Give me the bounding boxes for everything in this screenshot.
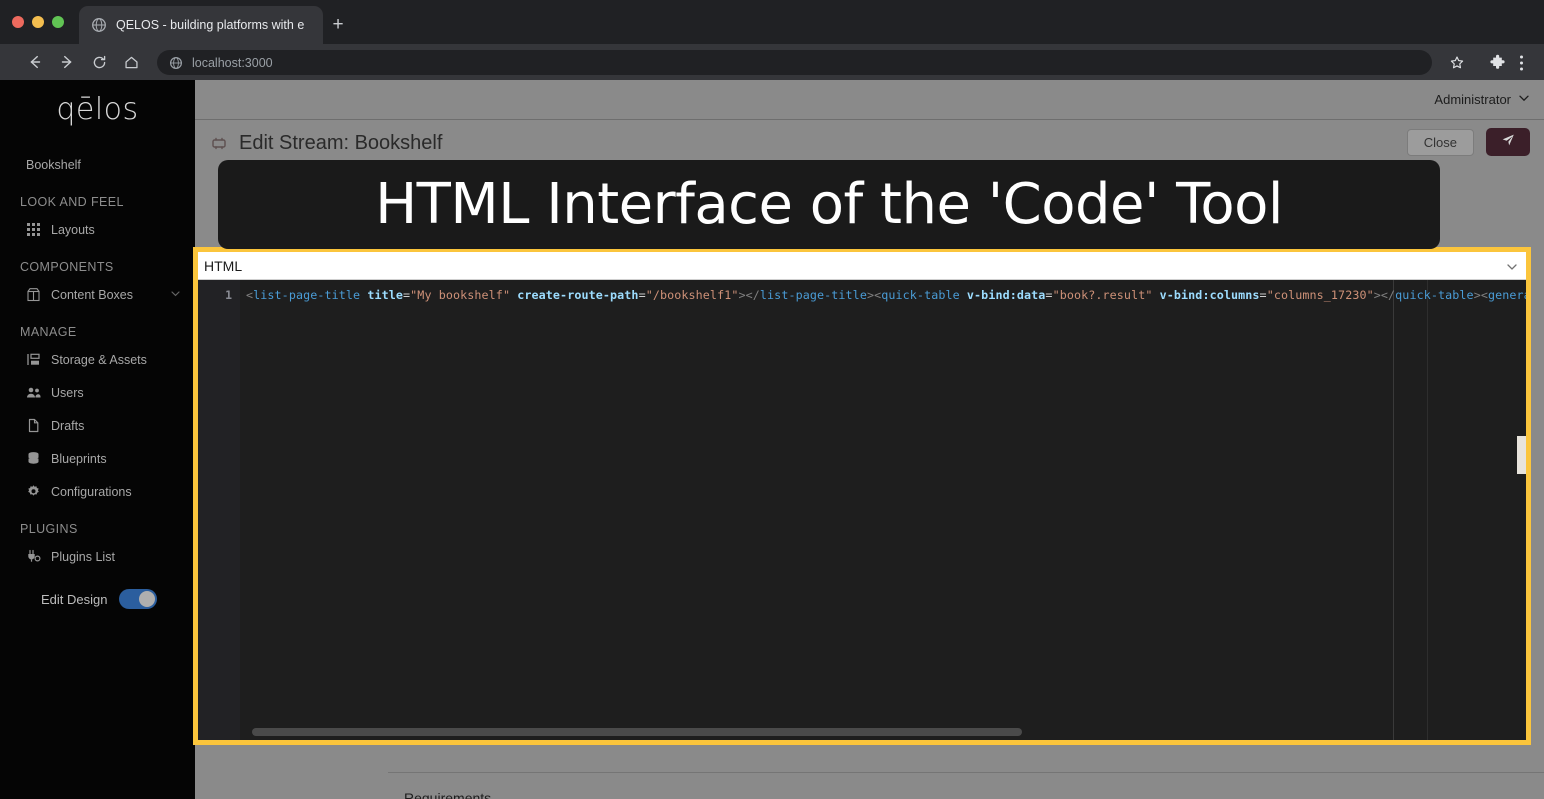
sidebar-item-content-boxes[interactable]: Content Boxes <box>0 278 195 311</box>
sidebar-item-label: Plugins List <box>51 549 115 564</box>
sidebar-item-layouts[interactable]: Layouts <box>0 213 195 246</box>
publish-button[interactable] <box>1486 128 1530 156</box>
app-topbar: Administrator <box>195 80 1544 120</box>
page-title: Edit Stream: Bookshelf <box>239 132 443 154</box>
chevron-down-icon[interactable] <box>1506 260 1518 278</box>
code-editor[interactable]: 1 <list-page-title title="My bookshelf" … <box>198 280 1526 740</box>
address-bar-url: localhost:3000 <box>192 55 273 70</box>
edit-design-toggle[interactable] <box>119 589 158 609</box>
home-icon[interactable] <box>119 50 143 74</box>
sidebar-group-plugins: PLUGINS <box>20 522 78 536</box>
requirements-label: Requirements <box>404 790 492 799</box>
sidebar-item-label: Layouts <box>51 222 95 237</box>
three-dot-menu-icon[interactable] <box>1519 54 1524 72</box>
sidebar-item-label: Bookshelf <box>26 158 81 172</box>
requirements-section[interactable]: Requirements <box>388 772 1544 799</box>
box-icon <box>26 287 41 302</box>
sidebar-group-manage: MANAGE <box>20 325 77 339</box>
line-number: 1 <box>225 288 232 302</box>
browser-chrome: QELOS - building platforms with e + loca… <box>0 0 1544 80</box>
stream-icon <box>210 135 228 153</box>
sidebar-item-bookshelf[interactable]: Bookshelf <box>0 149 195 181</box>
sidebar-item-blueprints[interactable]: Blueprints <box>0 442 195 475</box>
users-icon <box>26 385 41 400</box>
sidebar-item-label: Storage & Assets <box>51 352 147 367</box>
close-button[interactable]: Close <box>1406 128 1474 156</box>
close-window-button[interactable] <box>12 16 24 28</box>
puzzle-piece-icon[interactable] <box>1489 54 1507 72</box>
arrow-left-icon[interactable] <box>23 50 47 74</box>
application-viewport: qēlos Bookshelf LOOK AND FEEL Layouts CO… <box>0 80 1544 799</box>
minimize-window-button[interactable] <box>32 16 44 28</box>
grid-icon <box>26 222 41 237</box>
document-icon <box>26 418 41 433</box>
sidebar-item-storage-assets[interactable]: Storage & Assets <box>0 343 195 376</box>
sidebar-item-label: Blueprints <box>51 451 107 466</box>
browser-tab-title: QELOS - building platforms with e <box>116 18 305 32</box>
globe-icon <box>169 56 183 70</box>
annotation-banner: HTML Interface of the 'Code' Tool <box>218 160 1440 249</box>
page-header-actions: Close <box>1406 128 1530 156</box>
user-menu-label: Administrator <box>1434 92 1511 107</box>
browser-tab[interactable]: QELOS - building platforms with e <box>79 6 323 44</box>
code-content-area[interactable]: <list-page-title title="My bookshelf" cr… <box>240 280 1526 740</box>
browser-toolbar: localhost:3000 <box>0 44 1544 80</box>
gear-icon <box>26 484 41 499</box>
sidebar-item-plugins-list[interactable]: Plugins List <box>0 540 195 573</box>
globe-icon <box>91 17 107 33</box>
toggle-knob <box>139 591 156 607</box>
star-icon[interactable] <box>1449 55 1465 71</box>
edit-design-control: Edit Design <box>0 573 195 609</box>
language-selector[interactable]: HTML <box>198 252 1526 280</box>
chevron-down-icon <box>1518 92 1530 107</box>
edit-design-label: Edit Design <box>41 591 108 607</box>
sidebar-group-look-and-feel: LOOK AND FEEL <box>20 195 124 209</box>
storage-icon <box>26 352 41 367</box>
sidebar-item-drafts[interactable]: Drafts <box>0 409 195 442</box>
app-logo[interactable]: qēlos <box>0 92 195 127</box>
code-editor-panel: HTML 1 <list-page-title title="My booksh… <box>193 247 1531 745</box>
reload-icon[interactable] <box>87 50 111 74</box>
code-line-1: <list-page-title title="My bookshelf" cr… <box>246 288 1526 302</box>
sidebar-item-label: Configurations <box>51 484 132 499</box>
sidebar-item-configurations[interactable]: Configurations <box>0 475 195 508</box>
address-bar[interactable]: localhost:3000 <box>157 50 1432 75</box>
app-logo-text: qēlos <box>56 92 139 127</box>
sidebar-item-label: Users <box>51 385 84 400</box>
new-tab-button[interactable]: + <box>328 15 348 36</box>
horizontal-scrollbar[interactable] <box>252 728 1022 736</box>
user-menu[interactable]: Administrator <box>1434 92 1530 107</box>
line-number-gutter: 1 <box>198 280 240 740</box>
chevron-down-icon[interactable] <box>170 288 181 302</box>
maximize-window-button[interactable] <box>52 16 64 28</box>
sidebar-item-users[interactable]: Users <box>0 376 195 409</box>
sidebar-item-label: Content Boxes <box>51 287 133 302</box>
window-traffic-lights <box>12 16 64 28</box>
language-selector-value: HTML <box>204 257 243 274</box>
collapse-panel-icon[interactable] <box>1517 436 1526 474</box>
screenshot-root: QELOS - building platforms with e + loca… <box>0 0 1544 799</box>
annotation-banner-text: HTML Interface of the 'Code' Tool <box>375 172 1283 237</box>
browser-tabstrip: QELOS - building platforms with e + <box>0 0 1544 44</box>
sidebar-group-components: COMPONENTS <box>20 260 114 274</box>
arrow-right-icon[interactable] <box>55 50 79 74</box>
sidebar-item-label: Drafts <box>51 418 85 433</box>
sidebar: qēlos Bookshelf LOOK AND FEEL Layouts CO… <box>0 80 195 799</box>
plug-icon <box>26 549 41 564</box>
database-icon <box>26 451 41 466</box>
paper-plane-icon <box>1500 132 1516 153</box>
